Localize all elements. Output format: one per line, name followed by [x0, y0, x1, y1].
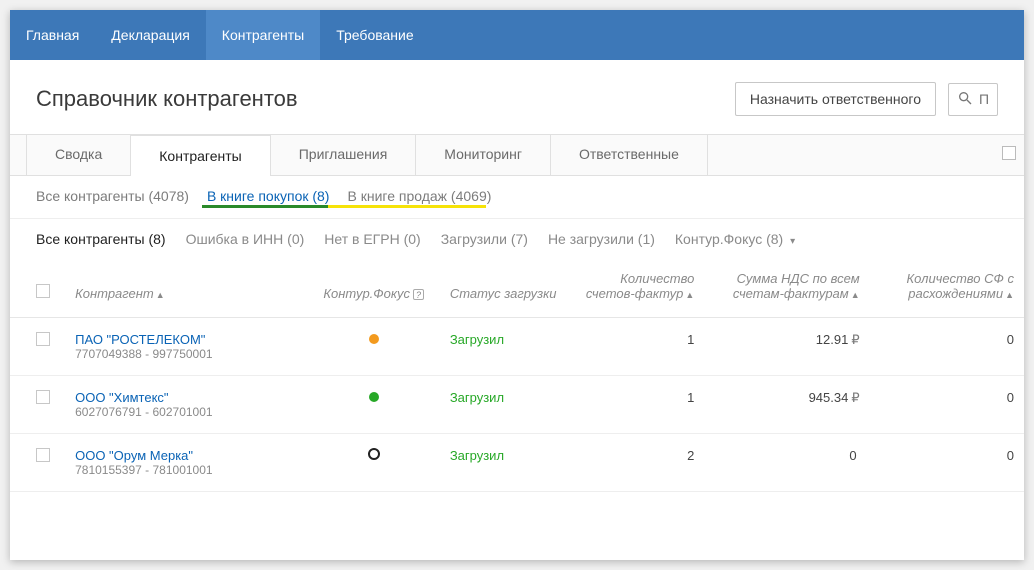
- sum-cell: 0: [704, 434, 869, 492]
- tab-contragents[interactable]: Контрагенты: [131, 135, 270, 176]
- count-cell: 2: [572, 434, 704, 492]
- focus-dot-icon: [369, 334, 379, 344]
- contragent-id: 7707049388 - 997750001: [75, 347, 297, 361]
- nav-item-home[interactable]: Главная: [10, 10, 95, 60]
- count-cell: 1: [572, 376, 704, 434]
- assign-responsible-button[interactable]: Назначить ответственного: [735, 82, 936, 116]
- row-checkbox[interactable]: [36, 390, 50, 404]
- sum-cell: 945.34₽: [704, 376, 869, 434]
- filter2-not-loaded[interactable]: Не загрузили (1): [548, 231, 655, 247]
- status-filter-row: Все контрагенты (8) Ошибка в ИНН (0) Нет…: [10, 219, 1024, 259]
- nav-item-contragents[interactable]: Контрагенты: [206, 10, 320, 60]
- filter2-loaded[interactable]: Загрузили (7): [441, 231, 528, 247]
- filter-all[interactable]: Все контрагенты (4078): [36, 188, 189, 204]
- contragents-table: Контрагент▲ Контур.Фокус? Статус загрузк…: [10, 259, 1024, 492]
- discrep-cell: 0: [870, 376, 1024, 434]
- table-row: ООО "Химтекс" 6027076791 - 602701001 Заг…: [10, 376, 1024, 434]
- search-icon: [957, 90, 973, 109]
- sort-arrow-icon: ▲: [1005, 290, 1014, 300]
- contragent-id: 6027076791 - 602701001: [75, 405, 297, 419]
- top-nav: Главная Декларация Контрагенты Требовани…: [10, 10, 1024, 60]
- table-row: ООО "Орум Мерка" 7810155397 - 781001001 …: [10, 434, 1024, 492]
- tab-responsibles[interactable]: Ответственные: [551, 134, 708, 175]
- right-checkbox[interactable]: [1002, 146, 1016, 160]
- sum-cell: 12.91₽: [704, 318, 869, 376]
- contragent-link[interactable]: ООО "Орум Мерка": [75, 448, 297, 463]
- page-title: Справочник контрагентов: [36, 86, 735, 112]
- status-text: Загрузил: [450, 332, 504, 347]
- contragent-id: 7810155397 - 781001001: [75, 463, 297, 477]
- col-count[interactable]: Количество счетов-фактур▲: [572, 259, 704, 318]
- page-header: Справочник контрагентов Назначить ответс…: [10, 60, 1024, 134]
- search-input[interactable]: [979, 91, 989, 107]
- highlight-active-bar: [202, 205, 328, 208]
- filter-sales[interactable]: В книге продаж (4069): [347, 188, 491, 204]
- sort-arrow-icon: ▲: [851, 290, 860, 300]
- contragent-link[interactable]: ПАО "РОСТЕЛЕКОМ": [75, 332, 297, 347]
- help-icon[interactable]: ?: [413, 289, 424, 300]
- col-discrep[interactable]: Количество СФ с расхождениями▲: [870, 259, 1024, 318]
- row-checkbox[interactable]: [36, 448, 50, 462]
- discrep-cell: 0: [870, 434, 1024, 492]
- col-sum[interactable]: Сумма НДС по всем счетам-фактурам▲: [704, 259, 869, 318]
- count-cell: 1: [572, 318, 704, 376]
- focus-dot-icon: [369, 392, 379, 402]
- sort-arrow-icon: ▲: [156, 290, 165, 300]
- filter2-focus[interactable]: Контур.Фокус (8) ▾: [675, 231, 795, 247]
- search-container[interactable]: [948, 83, 998, 116]
- col-status[interactable]: Статус загрузки: [440, 259, 572, 318]
- col-focus[interactable]: Контур.Фокус?: [308, 259, 440, 318]
- page-tabs: Сводка Контрагенты Приглашения Мониторин…: [10, 134, 1024, 176]
- table-body: ПАО "РОСТЕЛЕКОМ" 7707049388 - 997750001 …: [10, 318, 1024, 492]
- contragent-link[interactable]: ООО "Химтекс": [75, 390, 297, 405]
- sort-arrow-icon: ▲: [685, 290, 694, 300]
- filter2-inn-error[interactable]: Ошибка в ИНН (0): [186, 231, 305, 247]
- chevron-down-icon: ▾: [790, 236, 795, 247]
- filter-purchases[interactable]: В книге покупок (8): [207, 188, 330, 204]
- nav-item-declaration[interactable]: Декларация: [95, 10, 206, 60]
- discrep-cell: 0: [870, 318, 1024, 376]
- tab-invites[interactable]: Приглашения: [271, 134, 417, 175]
- table-row: ПАО "РОСТЕЛЕКОМ" 7707049388 - 997750001 …: [10, 318, 1024, 376]
- status-text: Загрузил: [450, 390, 504, 405]
- filter2-all[interactable]: Все контрагенты (8): [36, 231, 166, 247]
- focus-ring-icon: [368, 448, 380, 460]
- row-checkbox[interactable]: [36, 332, 50, 346]
- col-contragent[interactable]: Контрагент▲: [65, 259, 307, 318]
- tab-summary[interactable]: Сводка: [26, 134, 131, 175]
- filter2-no-egrn[interactable]: Нет в ЕГРН (0): [324, 231, 420, 247]
- nav-item-requirement[interactable]: Требование: [320, 10, 429, 60]
- tab-monitoring[interactable]: Мониторинг: [416, 134, 551, 175]
- filter2-focus-label: Контур.Фокус (8): [675, 231, 783, 247]
- select-all-checkbox[interactable]: [36, 284, 50, 298]
- book-filter-row: Все контрагенты (4078) В книге покупок (…: [10, 176, 1024, 219]
- status-text: Загрузил: [450, 448, 504, 463]
